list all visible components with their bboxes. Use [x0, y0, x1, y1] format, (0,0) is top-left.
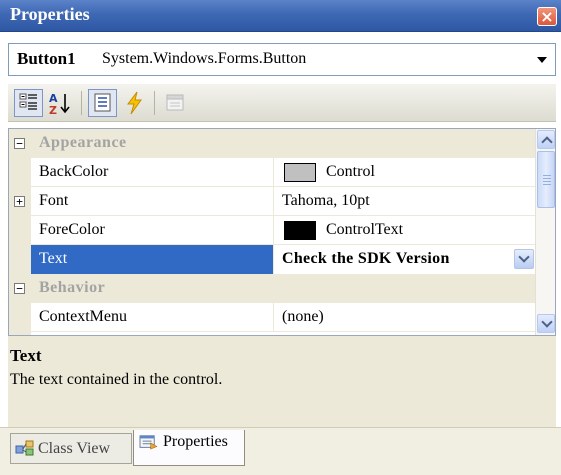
- close-icon: ×: [540, 7, 554, 26]
- categorized-icon: [19, 93, 37, 110]
- title-bar: Properties ×: [0, 0, 561, 32]
- tab-label: Properties: [163, 433, 228, 450]
- property-row-font[interactable]: + Font Tahoma, 10pt: [9, 187, 535, 216]
- vertical-scrollbar[interactable]: [535, 129, 555, 335]
- description-title: Text: [10, 346, 42, 365]
- scroll-up-button[interactable]: [537, 130, 555, 149]
- category-appearance[interactable]: − Appearance: [9, 129, 535, 158]
- collapse-icon[interactable]: −: [14, 138, 25, 149]
- close-button[interactable]: ×: [537, 7, 557, 26]
- category-label: Behavior: [39, 279, 106, 296]
- description-text: The text contained in the control.: [10, 371, 223, 388]
- tab-strip: Class View Properties: [0, 427, 561, 475]
- tab-properties[interactable]: Properties: [133, 430, 245, 466]
- property-grid: − Appearance BackColor Control + Font Ta…: [8, 128, 556, 336]
- tab-class-view[interactable]: Class View: [10, 433, 132, 464]
- class-view-icon: [15, 440, 34, 456]
- grip-line: [543, 181, 551, 182]
- description-pane: Text The text contained in the control.: [8, 341, 556, 427]
- grip-line: [543, 184, 551, 185]
- property-name: ContextMenu: [39, 308, 127, 325]
- svg-text:Z: Z: [49, 104, 57, 117]
- grip-line: [543, 175, 551, 176]
- toolbar-separator: [154, 91, 155, 115]
- color-swatch: [284, 221, 316, 240]
- property-row-contextmenu[interactable]: ContextMenu (none): [9, 303, 535, 332]
- property-value-text: ControlText: [326, 221, 404, 238]
- properties-icon: [94, 93, 111, 112]
- property-toolbar: A Z: [8, 84, 556, 122]
- property-value[interactable]: Control: [273, 158, 535, 187]
- property-pages-icon: [166, 94, 184, 111]
- object-name: Button1: [17, 49, 76, 68]
- property-value[interactable]: ControlText: [273, 216, 535, 245]
- property-pages-button[interactable]: [161, 89, 190, 117]
- tab-label: Class View: [38, 440, 111, 457]
- chevron-down-icon: [541, 316, 553, 328]
- property-row-forecolor[interactable]: ForeColor ControlText: [9, 216, 535, 245]
- row-divider: [31, 331, 535, 332]
- scroll-down-button[interactable]: [537, 314, 555, 333]
- category-label: Appearance: [39, 134, 127, 151]
- property-value[interactable]: (none): [273, 303, 535, 332]
- property-name: BackColor: [39, 163, 109, 180]
- property-value-text: Tahoma, 10pt: [282, 192, 370, 209]
- events-button[interactable]: [120, 89, 149, 117]
- property-name: Font: [39, 192, 69, 209]
- property-name: Text: [31, 245, 273, 274]
- properties-button[interactable]: [88, 89, 117, 117]
- collapse-icon[interactable]: −: [14, 283, 25, 294]
- properties-tab-icon: [139, 435, 158, 450]
- object-selector[interactable]: Button1 System.Windows.Forms.Button: [8, 43, 556, 76]
- property-value[interactable]: Check the SDK Version: [273, 245, 535, 274]
- property-value-text: Control: [326, 163, 375, 180]
- events-icon: [127, 91, 142, 115]
- grip-line: [543, 178, 551, 179]
- chevron-up-icon: [541, 136, 553, 148]
- chevron-down-icon[interactable]: [514, 249, 534, 269]
- color-swatch: [284, 163, 316, 182]
- scroll-thumb[interactable]: [537, 151, 555, 208]
- categorized-button[interactable]: [14, 89, 43, 117]
- property-value-text: Check the SDK Version: [282, 250, 450, 267]
- property-value-text: (none): [282, 308, 324, 325]
- property-row-backcolor[interactable]: BackColor Control: [9, 158, 535, 187]
- window-title: Properties: [10, 4, 90, 24]
- expand-icon[interactable]: +: [14, 196, 25, 207]
- alphabetical-button[interactable]: A Z: [46, 89, 75, 117]
- property-value[interactable]: Tahoma, 10pt: [273, 187, 535, 216]
- property-row-text[interactable]: Text Check the SDK Version: [9, 245, 535, 274]
- property-name: ForeColor: [39, 221, 105, 238]
- chevron-down-icon[interactable]: [537, 57, 547, 63]
- alphabetical-icon: A Z: [49, 92, 70, 117]
- object-type: System.Windows.Forms.Button: [102, 50, 307, 67]
- category-behavior[interactable]: − Behavior: [9, 274, 535, 303]
- toolbar-separator: [81, 91, 82, 115]
